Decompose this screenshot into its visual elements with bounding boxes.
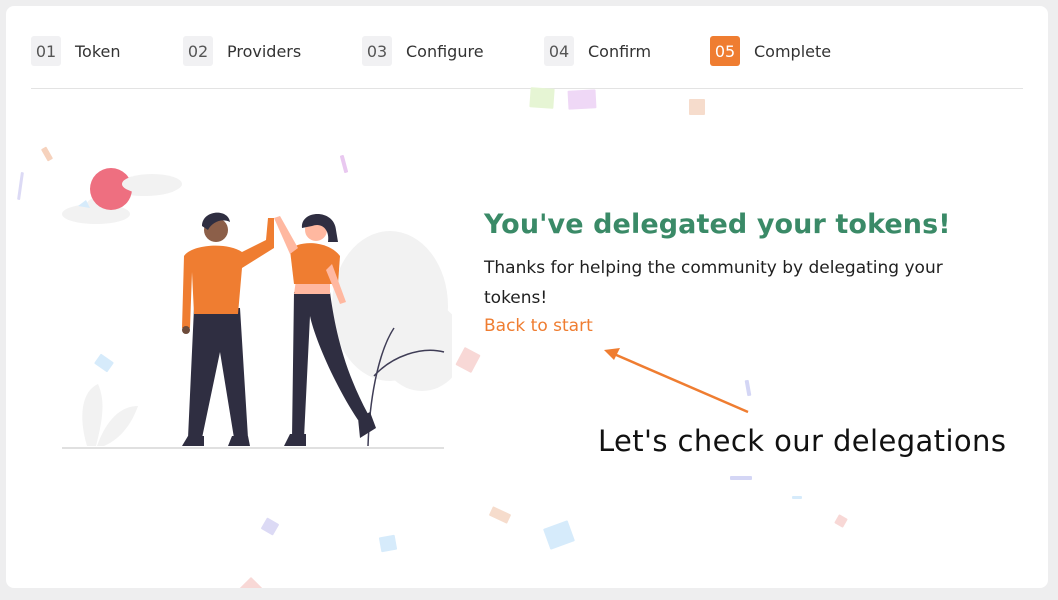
step-label: Providers xyxy=(227,41,302,61)
bush-shape xyxy=(97,406,138,446)
confetti-piece xyxy=(730,476,752,480)
confetti-piece xyxy=(455,346,481,374)
step-complete[interactable]: 05 Complete xyxy=(710,36,831,66)
confetti-piece xyxy=(792,496,802,499)
back-to-start-link[interactable]: Back to start xyxy=(484,316,593,336)
high-five-illustration xyxy=(62,168,452,449)
step-confirm[interactable]: 04 Confirm xyxy=(544,36,651,66)
annotation-arrow xyxy=(604,348,749,414)
confetti-piece xyxy=(260,517,280,536)
success-message: You've delegated your tokens! Thanks for… xyxy=(484,209,1004,336)
woman-shoe xyxy=(284,434,306,446)
confetti-piece xyxy=(17,171,24,201)
success-body: Thanks for helping the community by dele… xyxy=(484,258,943,308)
confetti-piece xyxy=(488,506,512,524)
step-token[interactable]: 01 Token xyxy=(31,36,121,66)
man-shoe xyxy=(182,436,204,446)
step-number: 03 xyxy=(362,36,392,66)
delegation-card: 01 Token 02 Providers 03 Configure 04 Co… xyxy=(6,6,1048,588)
step-number: 02 xyxy=(183,36,213,66)
confetti-piece xyxy=(834,514,848,528)
step-number-active: 05 xyxy=(710,36,740,66)
stepper: 01 Token 02 Providers 03 Configure 04 Co… xyxy=(31,36,1023,89)
confetti-piece xyxy=(236,576,266,588)
step-providers[interactable]: 02 Providers xyxy=(183,36,301,66)
step-label: Token xyxy=(75,41,121,61)
step-label: Configure xyxy=(406,41,484,61)
man-legs xyxy=(188,308,248,438)
man-hand xyxy=(182,326,190,334)
step-label: Complete xyxy=(754,41,832,61)
annotation-text: Let's check our delegations xyxy=(598,424,1007,458)
confetti-piece xyxy=(378,534,398,553)
confetti-piece xyxy=(529,87,555,109)
man-shoe xyxy=(228,436,250,446)
success-title: You've delegated your tokens! xyxy=(484,209,951,240)
step-number: 01 xyxy=(31,36,61,66)
confetti-piece xyxy=(689,99,705,115)
confetti-piece xyxy=(567,89,597,110)
bush-shape xyxy=(82,384,103,446)
confetti-piece xyxy=(543,520,575,550)
man-torso xyxy=(182,218,274,328)
step-label: Confirm xyxy=(588,41,652,61)
step-configure[interactable]: 03 Configure xyxy=(362,36,484,66)
step-number: 04 xyxy=(544,36,574,66)
cloud-shape xyxy=(122,174,182,194)
sun-shape xyxy=(90,168,132,210)
woman-arm-up xyxy=(274,216,298,254)
